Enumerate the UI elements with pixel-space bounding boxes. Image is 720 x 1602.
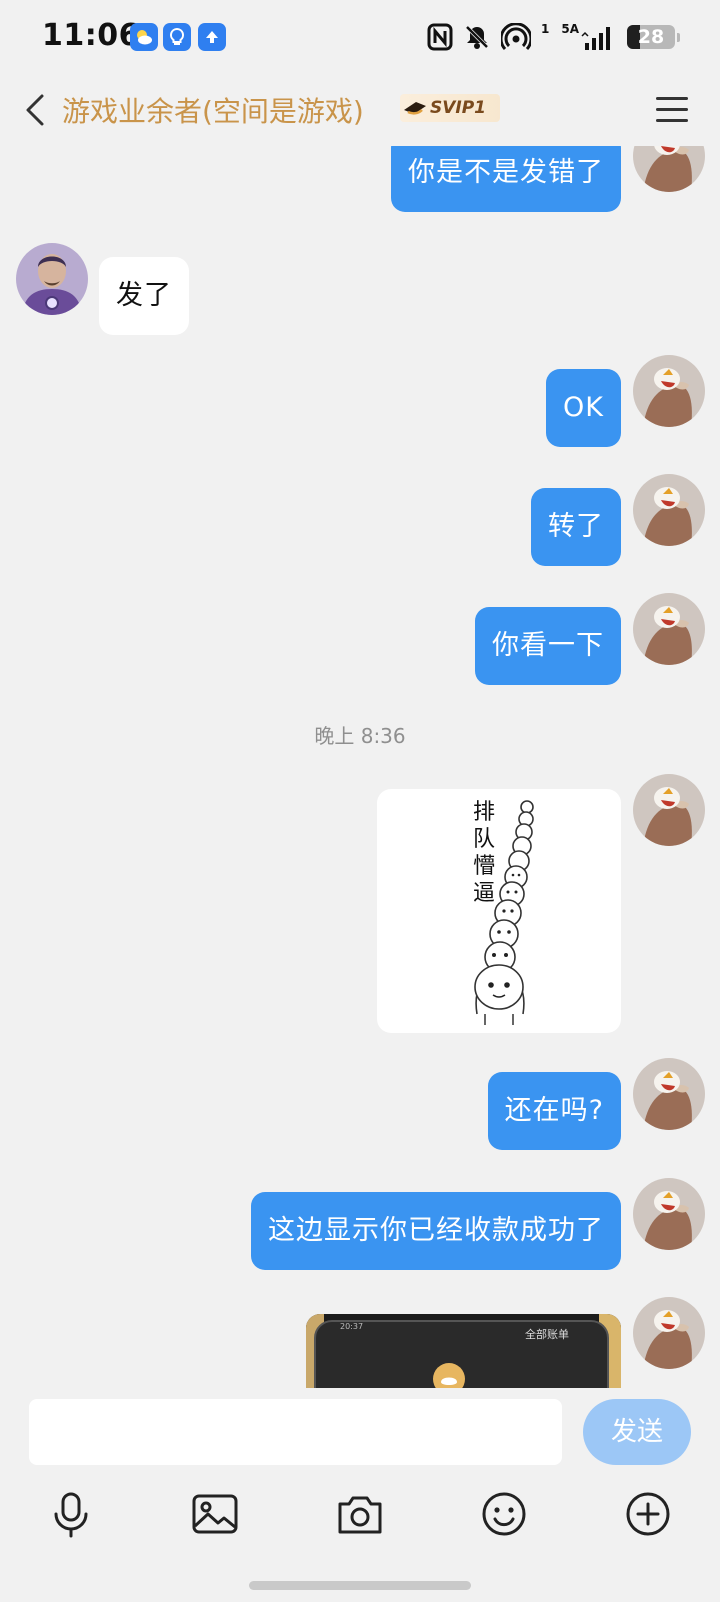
plus-icon — [626, 1492, 670, 1536]
voice-button[interactable] — [43, 1486, 99, 1542]
nfc-icon — [427, 23, 453, 51]
my-avatar[interactable] — [633, 593, 705, 665]
hotspot-icon — [501, 23, 531, 51]
hotspot-count: 1 — [541, 22, 550, 36]
home-indicator[interactable] — [249, 1581, 471, 1590]
gallery-button[interactable] — [187, 1486, 243, 1542]
more-button[interactable] — [620, 1486, 676, 1542]
my-avatar[interactable] — [633, 1297, 705, 1369]
my-avatar[interactable] — [633, 1178, 705, 1250]
contact-avatar[interactable] — [16, 243, 88, 315]
upload-icon — [198, 23, 226, 51]
my-avatar[interactable] — [633, 1058, 705, 1130]
back-button[interactable] — [18, 90, 58, 130]
vip-hat-icon — [404, 102, 426, 115]
image-message[interactable]: 20:37 全部账单 — [306, 1314, 621, 1388]
camera-icon — [338, 1496, 382, 1534]
status-time: 11:06 — [42, 18, 140, 53]
wallet-icon — [433, 1363, 465, 1388]
image-icon — [192, 1494, 238, 1534]
vip-badge[interactable]: SVIP1 — [400, 94, 501, 122]
queue-faces-illustration — [474, 800, 534, 1025]
my-avatar[interactable] — [633, 355, 705, 427]
send-button[interactable]: 发送 — [583, 1399, 691, 1465]
message-input[interactable] — [29, 1399, 562, 1465]
signal-icon — [581, 27, 610, 50]
message-bubble-outgoing[interactable]: OK — [546, 369, 621, 447]
bell-muted-icon — [464, 24, 490, 50]
message-bubble-outgoing[interactable]: 转了 — [531, 488, 621, 566]
status-bar: 11:06 1 5A 28 — [0, 0, 720, 72]
bulb-icon — [163, 23, 191, 51]
microphone-icon — [54, 1492, 88, 1538]
my-avatar[interactable] — [633, 774, 705, 846]
message-bubble-outgoing[interactable]: 这边显示你已经收款成功了 — [251, 1192, 621, 1270]
camera-button[interactable] — [332, 1486, 388, 1542]
vip-badge-label: SVIP1 — [430, 98, 487, 118]
timestamp-separator: 晚上 8:36 — [314, 724, 406, 748]
my-avatar[interactable] — [633, 146, 705, 192]
emoji-icon — [482, 1492, 526, 1536]
chat-area[interactable]: 你是不是发错了 发了 OK 转了 你看一下 晚上 8:36 排队懵逼 还在吗? … — [0, 146, 720, 1388]
menu-button[interactable] — [654, 92, 690, 126]
message-bubble-outgoing[interactable]: 你看一下 — [475, 607, 621, 685]
back-arrow-icon — [26, 94, 44, 126]
battery-tip — [677, 32, 680, 42]
input-toolbar — [0, 1478, 720, 1546]
message-bubble-incoming[interactable]: 发了 — [99, 257, 189, 335]
photo-time: 20:37 — [340, 1322, 364, 1331]
battery-percent: 28 — [637, 26, 665, 48]
my-avatar[interactable] — [633, 474, 705, 546]
photo-caption: 全部账单 — [525, 1328, 569, 1341]
emoji-button[interactable] — [476, 1486, 532, 1542]
network-label: 5A — [561, 22, 579, 36]
chat-header: 游戏业余者(空间是游戏) SVIP1 — [0, 72, 720, 146]
menu-icon — [656, 97, 688, 122]
input-bar: 发送 — [0, 1388, 720, 1478]
weather-icon — [130, 23, 158, 51]
battery-icon: 28 — [627, 25, 675, 49]
message-bubble-outgoing[interactable]: 你是不是发错了 — [391, 146, 621, 212]
sticker-message[interactable]: 排队懵逼 — [377, 789, 621, 1033]
message-bubble-outgoing[interactable]: 还在吗? — [487, 1072, 621, 1150]
chat-title[interactable]: 游戏业余者(空间是游戏) — [62, 90, 364, 130]
